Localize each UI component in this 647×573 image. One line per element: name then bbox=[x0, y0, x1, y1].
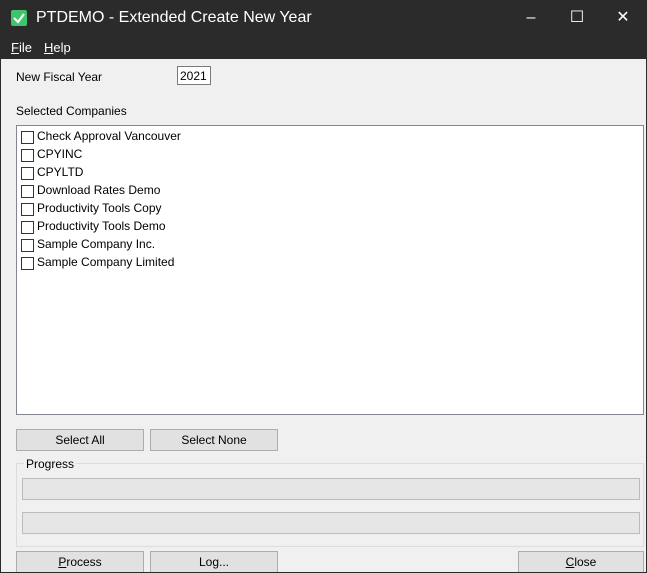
company-checkbox[interactable] bbox=[21, 239, 34, 252]
progress-group bbox=[16, 463, 644, 547]
window-title: PTDEMO - Extended Create New Year bbox=[36, 9, 312, 26]
close-window-button[interactable]: ✕ bbox=[600, 1, 646, 35]
select-none-button[interactable]: Select None bbox=[150, 429, 278, 451]
app-window: PTDEMO - Extended Create New Year – ☐ ✕ … bbox=[0, 0, 647, 573]
company-label: Productivity Tools Demo bbox=[37, 219, 166, 233]
progress-bar-secondary bbox=[22, 512, 640, 534]
company-checkbox[interactable] bbox=[21, 221, 34, 234]
selected-companies-label: Selected Companies bbox=[16, 104, 127, 118]
menu-file[interactable]: File bbox=[11, 40, 32, 55]
company-checkbox[interactable] bbox=[21, 257, 34, 270]
company-label: Download Rates Demo bbox=[37, 183, 161, 197]
process-button[interactable]: Process bbox=[16, 551, 144, 572]
company-label: CPYLTD bbox=[37, 165, 84, 179]
company-checkbox[interactable] bbox=[21, 131, 34, 144]
progress-bar-primary bbox=[22, 478, 640, 500]
log-button[interactable]: Log... bbox=[150, 551, 278, 572]
minimize-button[interactable]: – bbox=[508, 1, 554, 35]
company-checkbox[interactable] bbox=[21, 167, 34, 180]
close-label: lose bbox=[574, 555, 597, 569]
process-label: rocess bbox=[66, 555, 102, 569]
progress-title: Progress bbox=[24, 457, 77, 471]
company-checkbox[interactable] bbox=[21, 203, 34, 216]
menu-help-mnemonic: H bbox=[44, 40, 54, 55]
menu-help-label: elp bbox=[53, 40, 71, 55]
select-all-button[interactable]: Select All bbox=[16, 429, 144, 451]
company-label: Sample Company Limited bbox=[37, 255, 175, 269]
menu-help[interactable]: Help bbox=[44, 40, 71, 55]
app-icon bbox=[11, 10, 27, 26]
company-checkbox[interactable] bbox=[21, 185, 34, 198]
close-button[interactable]: Close bbox=[518, 551, 644, 572]
fiscal-year-input[interactable] bbox=[177, 66, 211, 85]
menu-file-mnemonic: F bbox=[11, 40, 19, 55]
menu-bar: File Help bbox=[1, 35, 646, 59]
company-label: Sample Company Inc. bbox=[37, 237, 156, 251]
companies-list[interactable]: Check Approval Vancouver CPYINC CPYLTD D… bbox=[16, 125, 644, 415]
fiscal-year-label: New Fiscal Year bbox=[16, 70, 103, 84]
menu-file-label: ile bbox=[18, 40, 32, 55]
company-label: Check Approval Vancouver bbox=[37, 129, 181, 143]
company-checkbox[interactable] bbox=[21, 149, 34, 162]
company-label: Productivity Tools Copy bbox=[37, 201, 162, 215]
company-label: CPYINC bbox=[37, 147, 83, 161]
maximize-button[interactable]: ☐ bbox=[554, 1, 600, 35]
title-bar[interactable]: PTDEMO - Extended Create New Year – ☐ ✕ bbox=[1, 1, 646, 35]
